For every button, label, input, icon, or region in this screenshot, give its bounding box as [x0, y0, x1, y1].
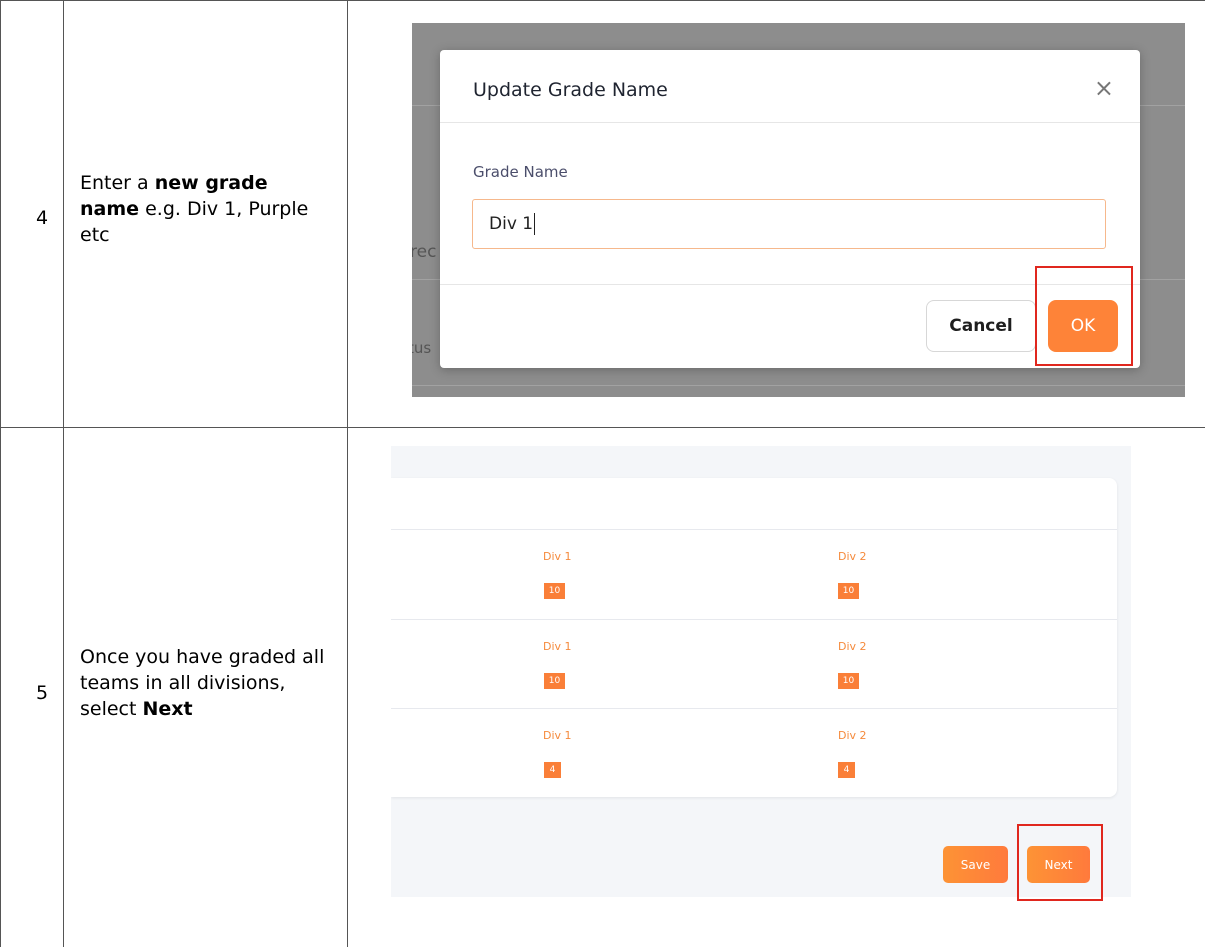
grade-name-input[interactable] [472, 199, 1106, 249]
table-row-divider [0, 427, 1205, 428]
next-highlight-box [1017, 824, 1103, 901]
text-cursor [534, 213, 535, 235]
dialog-header-divider [440, 122, 1140, 123]
division-label: Div 2 [838, 550, 867, 563]
row-divider [391, 619, 1117, 620]
save-button[interactable]: Save [943, 846, 1008, 883]
team-count-badge[interactable]: 10 [838, 673, 859, 689]
background-text-fragment: tus [412, 339, 432, 357]
team-count-badge[interactable]: 10 [544, 673, 565, 689]
background-text-fragment: rec [412, 242, 437, 262]
step-number: 4 [35, 207, 49, 229]
step-instruction: Enter a new grade name e.g. Div 1, Purpl… [80, 170, 330, 248]
instruction-bold: Next [142, 698, 193, 720]
grade-name-label: Grade Name [473, 163, 568, 181]
grades-card: Div 1 10 Div 2 10 Div 1 10 Div 2 10 Div … [391, 478, 1117, 797]
step-instruction: Once you have graded all teams in all di… [80, 644, 330, 722]
dialog-title: Update Grade Name [473, 79, 668, 101]
close-icon[interactable]: × [1094, 74, 1114, 102]
row-divider [391, 529, 1117, 530]
team-count-badge[interactable]: 10 [838, 583, 859, 599]
team-count-badge[interactable]: 4 [544, 762, 561, 778]
team-count-badge[interactable]: 10 [544, 583, 565, 599]
table-col-divider-1 [63, 0, 64, 947]
background-divider [412, 385, 1185, 386]
team-count-badge[interactable]: 4 [838, 762, 855, 778]
division-label: Div 1 [543, 729, 572, 742]
instruction-text: Once you have graded all teams in all di… [80, 646, 325, 720]
division-label: Div 2 [838, 729, 867, 742]
division-label: Div 2 [838, 640, 867, 653]
table-border-top [0, 0, 1205, 1]
instruction-text: Enter a [80, 172, 155, 194]
division-label: Div 1 [543, 640, 572, 653]
table-border-left [0, 0, 1, 947]
cancel-button[interactable]: Cancel [926, 300, 1036, 352]
step-number: 5 [35, 682, 49, 704]
ok-highlight-box [1035, 266, 1133, 366]
row-divider [391, 708, 1117, 709]
division-label: Div 1 [543, 550, 572, 563]
table-col-divider-2 [347, 0, 348, 947]
